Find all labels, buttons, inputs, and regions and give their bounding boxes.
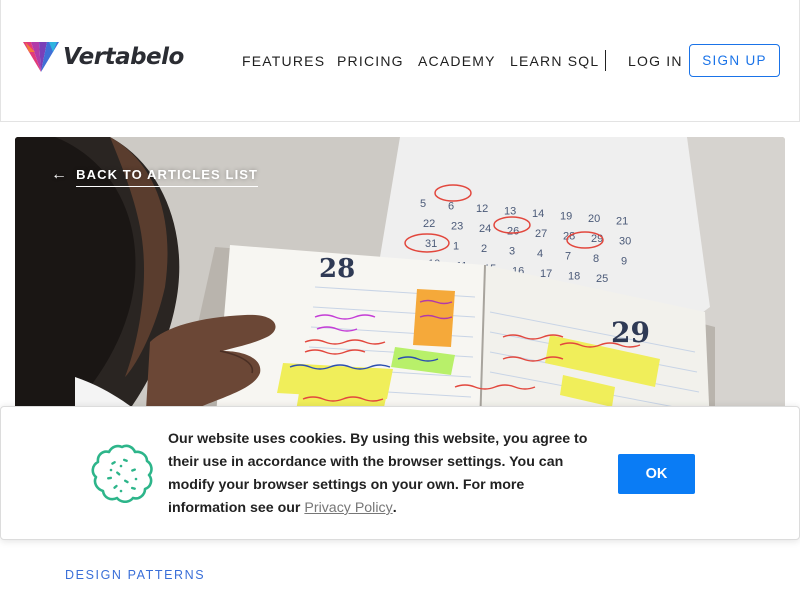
nav-pricing[interactable]: PRICING [337, 53, 404, 69]
nav-divider [605, 50, 606, 71]
privacy-policy-link[interactable]: Privacy Policy [304, 500, 392, 516]
calendar-number: 12 [476, 203, 488, 215]
cookie-message: Our website uses cookies. By using this … [168, 428, 593, 520]
nav-academy[interactable]: ACADEMY [418, 53, 496, 69]
hero-image: 5 6 12 13 14 19 20 21 22 23 24 26 27 28 29 30 31 1 2 3 4 7 8 9 1… [15, 137, 785, 427]
calendar-number: 13 [504, 206, 516, 218]
cookie-message-trailing: . [392, 500, 397, 516]
calendar-number: 9 [621, 256, 627, 268]
calendar-number: 7 [565, 251, 571, 263]
calendar-number: 1 [453, 241, 459, 253]
calendar-number: 30 [619, 236, 631, 248]
nav-learn-sql[interactable]: LEARN SQL [510, 53, 599, 69]
sign-up-button[interactable]: SIGN UP [689, 44, 780, 77]
calendar-number: 26 [507, 226, 519, 238]
nav-log-in[interactable]: LOG IN [628, 53, 683, 69]
calendar-number: 8 [593, 253, 599, 265]
calendar-number: 27 [535, 228, 547, 240]
calendar-number: 19 [560, 211, 572, 223]
calendar-number: 25 [596, 273, 608, 285]
calendar-number: 18 [568, 271, 580, 283]
calendar-number: 14 [532, 208, 544, 220]
calendar-number: 3 [509, 246, 515, 258]
calendar-number: 20 [588, 213, 600, 225]
calendar-number: 6 [448, 201, 454, 213]
main-nav: FEATURES PRICING ACADEMY LEARN SQL LOG I… [1, 0, 800, 122]
calendar-number: 24 [479, 223, 491, 235]
calendar-number: 4 [537, 248, 543, 260]
site-header: Vertabelo FEATURES PRICING ACADEMY LEARN… [0, 0, 800, 122]
calendar-number: 22 [423, 218, 435, 230]
left-day-number: 28 [319, 254, 355, 284]
nav-features[interactable]: FEATURES [242, 53, 325, 69]
cookie-ok-button[interactable]: OK [618, 454, 695, 494]
arrow-left-icon: ← [51, 165, 69, 183]
page: Vertabelo FEATURES PRICING ACADEMY LEARN… [0, 0, 800, 600]
calendar-number: 21 [616, 216, 628, 228]
back-to-articles-label: BACK TO ARTICLES LIST [76, 167, 259, 187]
article-category-link[interactable]: DESIGN PATTERNS [65, 568, 205, 582]
cookie-icon [91, 444, 153, 503]
calendar-number: 2 [481, 243, 487, 255]
calendar-number: 31 [425, 238, 437, 250]
calendar-number: 23 [451, 221, 463, 233]
calendar-number: 5 [420, 198, 426, 210]
back-to-articles-link[interactable]: ← BACK TO ARTICLES LIST [51, 165, 259, 187]
cookie-banner: Our website uses cookies. By using this … [0, 406, 800, 540]
